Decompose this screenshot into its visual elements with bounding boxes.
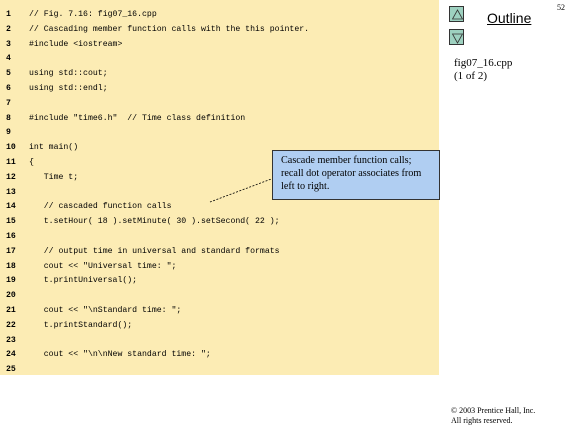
code-text: // Cascading member function calls with … xyxy=(29,24,310,34)
triangle-up-icon xyxy=(451,9,464,20)
page-info: (1 of 2) xyxy=(454,70,487,82)
code-text: t.setHour( 18 ).setMinute( 30 ).setSecon… xyxy=(29,217,280,227)
code-text: t.printStandard(); xyxy=(29,320,133,330)
code-line: 20 xyxy=(0,290,439,302)
file-info: fig07_16.cpp (1 of 2) xyxy=(454,57,512,83)
line-number: 12 xyxy=(6,172,16,182)
code-line: 21 cout << "\nStandard time: "; xyxy=(0,305,439,317)
code-text: Time t; xyxy=(29,172,79,182)
file-name: fig07_16.cpp xyxy=(454,57,513,69)
slide-number: 52 xyxy=(557,3,565,12)
code-line: 14 // cascaded function calls xyxy=(0,201,439,213)
line-number: 16 xyxy=(6,232,16,241)
line-number: 17 xyxy=(6,246,16,256)
code-line: 19 t.printUniversal(); xyxy=(0,275,439,287)
code-line: 4 xyxy=(0,53,439,65)
line-number: 15 xyxy=(6,217,16,227)
code-line: 25 xyxy=(0,364,439,376)
code-line: 7 xyxy=(0,98,439,110)
copyright-line-2: All rights reserved. xyxy=(451,416,513,425)
code-text: { xyxy=(29,158,34,167)
line-number: 10 xyxy=(6,143,16,153)
line-number: 1 xyxy=(6,10,11,19)
line-number: 24 xyxy=(6,350,16,360)
line-number: 9 xyxy=(6,128,11,138)
code-text: cout << "\n\nNew standard time: "; xyxy=(29,350,211,360)
code-text: // output time in universal and standard… xyxy=(29,246,280,256)
line-number: 14 xyxy=(6,202,16,212)
line-number: 6 xyxy=(6,84,11,93)
code-text: using std::cout; xyxy=(29,69,108,79)
code-text: // Fig. 7.16: fig07_16.cpp xyxy=(29,10,157,19)
line-number: 20 xyxy=(6,291,16,301)
line-number: 22 xyxy=(6,320,16,330)
line-number: 21 xyxy=(6,306,16,315)
code-text: #include "time6.h" // Time class definit… xyxy=(29,113,246,123)
line-number: 23 xyxy=(6,335,16,345)
code-line: 18 cout << "Universal time: "; xyxy=(0,261,439,273)
callout-box: Cascade member function calls; recall do… xyxy=(272,150,440,200)
code-line: 8 #include "time6.h" // Time class defini… xyxy=(0,113,439,125)
code-text: cout << "Universal time: "; xyxy=(29,261,177,271)
previous-slide-button[interactable] xyxy=(449,6,464,22)
code-text: // cascaded function calls xyxy=(29,202,172,212)
code-line: 5 using std::cout; xyxy=(0,68,439,80)
code-line: 1 // Fig. 7.16: fig07_16.cpp xyxy=(0,9,439,21)
line-number: 8 xyxy=(6,113,11,123)
line-number: 19 xyxy=(6,276,16,286)
code-text: t.printUniversal(); xyxy=(29,276,138,286)
code-line: 23 xyxy=(0,335,439,347)
line-number: 25 xyxy=(6,365,16,375)
line-number: 18 xyxy=(6,261,16,271)
line-number: 13 xyxy=(6,187,16,197)
next-slide-button[interactable] xyxy=(449,29,464,45)
code-line: 3 #include <iostream> xyxy=(0,39,439,51)
copyright: © 2003 Prentice Hall, Inc. All rights re… xyxy=(451,406,535,426)
code-line: 24 cout << "\n\nNew standard time: "; xyxy=(0,349,439,361)
line-number: 11 xyxy=(6,158,16,167)
code-line: 15 t.setHour( 18 ).setMinute( 30 ).setSe… xyxy=(0,216,439,228)
line-number: 7 xyxy=(6,98,11,108)
code-text: #include <iostream> xyxy=(29,39,123,49)
code-text: cout << "\nStandard time: "; xyxy=(29,306,182,315)
line-number: 4 xyxy=(6,54,11,64)
code-text: int main() xyxy=(29,143,79,153)
copyright-line-1: © 2003 Prentice Hall, Inc. xyxy=(451,406,536,415)
code-line: 2 // Cascading member function calls with… xyxy=(0,24,439,36)
triangle-down-icon xyxy=(451,33,464,44)
line-number: 3 xyxy=(6,39,11,49)
code-line: 16 xyxy=(0,231,439,243)
code-line: 17 // output time in universal and stand… xyxy=(0,246,439,258)
code-line: 22 t.printStandard(); xyxy=(0,320,439,332)
line-number: 5 xyxy=(6,69,11,79)
code-text: using std::endl; xyxy=(29,84,108,93)
code-line: 6 using std::endl; xyxy=(0,83,439,95)
line-number: 2 xyxy=(6,24,11,34)
code-line: 9 xyxy=(0,127,439,139)
outline-title[interactable]: Outline xyxy=(487,10,531,26)
